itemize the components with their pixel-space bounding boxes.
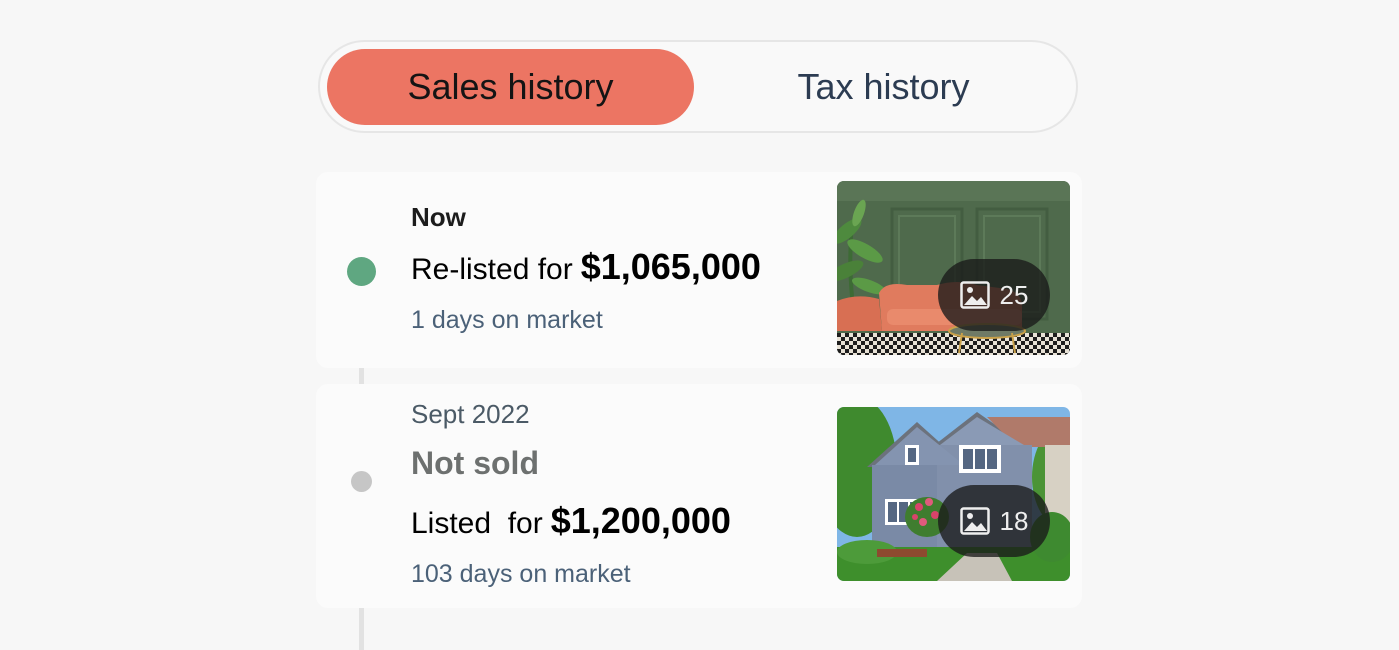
timeline-dot-current	[347, 257, 376, 286]
event-price: $1,065,000	[580, 246, 761, 287]
event-status: Not sold	[411, 445, 539, 481]
photo-count-badge[interactable]: 18	[938, 485, 1050, 557]
days-on-market: 1 days on market	[411, 306, 603, 334]
photo-count-badge[interactable]: 25	[938, 259, 1050, 331]
event-date: Sept 2022	[411, 399, 530, 429]
event-price: $1,200,000	[550, 500, 731, 541]
event-action: Re-listed for	[411, 253, 573, 286]
listing-photo-thumbnail[interactable]: 18	[837, 407, 1070, 581]
listing-photo-thumbnail[interactable]: 25	[837, 181, 1070, 355]
event-action: Listed for	[411, 507, 543, 540]
timeline-dot-past	[351, 471, 372, 492]
event-listing-line: Re-listed for $1,065,000	[411, 246, 761, 288]
image-icon	[959, 507, 990, 535]
photo-count: 18	[999, 505, 1029, 536]
days-on-market: 103 days on market	[411, 560, 631, 588]
event-listing-line: Listed for $1,200,000	[411, 500, 731, 542]
history-tab-switcher: Sales history Tax history	[318, 40, 1078, 133]
event-date: Now	[411, 202, 466, 232]
tab-sales-history[interactable]: Sales history	[327, 49, 694, 125]
image-icon	[959, 281, 990, 309]
photo-count: 25	[999, 279, 1029, 310]
tab-tax-history[interactable]: Tax history	[700, 49, 1067, 125]
